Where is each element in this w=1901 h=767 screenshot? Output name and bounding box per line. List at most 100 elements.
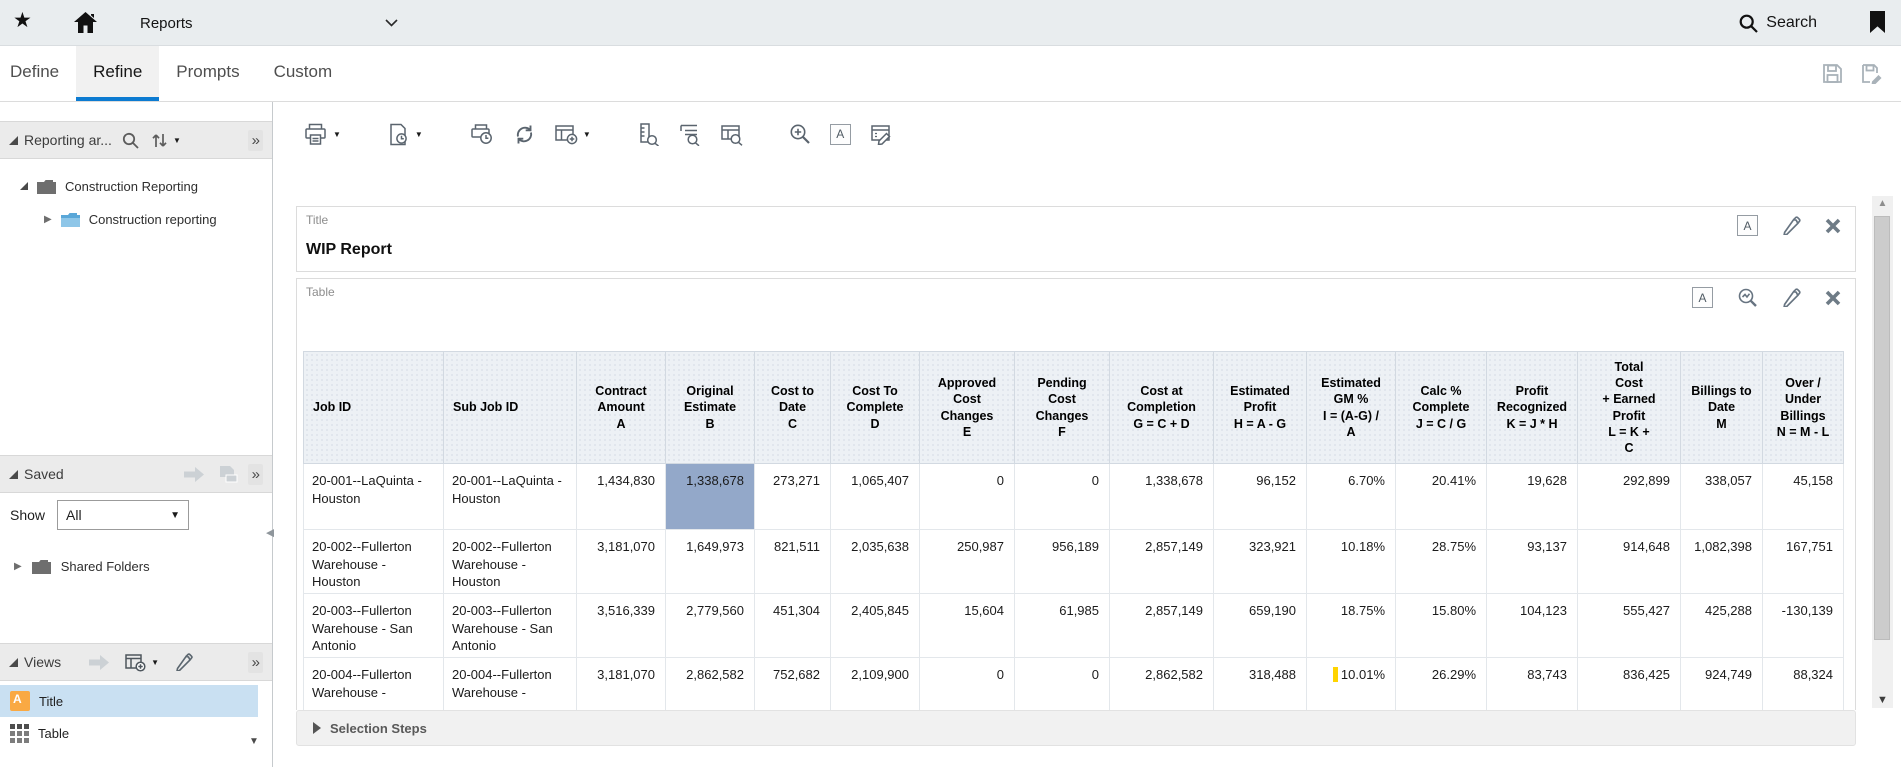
panel-collapse-icon[interactable] xyxy=(9,135,18,145)
text-format-button[interactable]: A xyxy=(827,121,854,148)
favorites-icon[interactable]: ★ xyxy=(13,9,32,33)
selection-steps-button[interactable] xyxy=(675,120,704,149)
column-header[interactable]: Original Estimate B xyxy=(665,351,755,464)
table-cell: 20-003--Fullerton Warehouse - San Antoni… xyxy=(443,593,577,658)
column-header[interactable]: Estimated Profit H = A - G xyxy=(1213,351,1307,464)
export-button[interactable]: ▼ xyxy=(384,120,426,149)
table-cell: 93,137 xyxy=(1486,529,1578,594)
search-button[interactable]: Search xyxy=(1739,0,1817,46)
view-item-title[interactable]: A Title xyxy=(0,685,258,717)
expand-panel-icon[interactable]: » xyxy=(247,463,263,485)
tab-define[interactable]: Define xyxy=(0,46,76,101)
saved-panel-header[interactable]: Saved » xyxy=(0,455,272,493)
letter-a-icon: A xyxy=(829,123,851,145)
table-cell: 61,985 xyxy=(1014,593,1110,658)
column-header[interactable]: Pending Cost Changes F xyxy=(1014,351,1110,464)
scroll-down-icon[interactable]: ▼ xyxy=(1872,694,1893,706)
expand-panel-icon[interactable]: » xyxy=(247,129,263,151)
column-header[interactable]: Billings to Date M xyxy=(1680,351,1763,464)
remove-title-icon[interactable] xyxy=(1825,218,1841,234)
table-cell: 0 xyxy=(1014,657,1110,710)
scrollbar-thumb[interactable] xyxy=(1874,216,1890,640)
reports-menu-label: Reports xyxy=(140,14,193,32)
column-header[interactable]: Cost To Complete D xyxy=(830,351,920,464)
sort-icon[interactable] xyxy=(151,132,168,149)
new-view-icon[interactable] xyxy=(125,653,146,672)
export-caret-icon[interactable]: ▼ xyxy=(415,130,423,139)
panel-collapse-icon[interactable] xyxy=(9,469,18,479)
print-button[interactable]: ▼ xyxy=(300,120,344,149)
edit-title-icon[interactable] xyxy=(1782,216,1801,235)
column-header[interactable]: Sub Job ID xyxy=(443,351,577,464)
sort-caret-icon[interactable]: ▼ xyxy=(173,136,181,145)
column-header[interactable]: Calc % Complete J = C / G xyxy=(1395,351,1487,464)
search-icon xyxy=(1739,14,1759,33)
new-view-button[interactable]: ▼ xyxy=(552,121,594,148)
tree-item-construction-reporting-sub[interactable]: ▶ Construction reporting xyxy=(0,203,272,235)
edit-table-icon[interactable] xyxy=(1782,288,1801,307)
panel-collapse-icon[interactable] xyxy=(9,657,18,667)
format-table-icon[interactable]: A xyxy=(1692,287,1713,308)
remove-table-icon[interactable] xyxy=(1825,290,1841,306)
selection-steps-bar[interactable]: Selection Steps xyxy=(296,710,1856,746)
table-cell: 18.75% xyxy=(1306,593,1396,658)
tree-item-shared-folders[interactable]: ▶ Shared Folders xyxy=(0,550,272,582)
tree-expanded-icon[interactable] xyxy=(20,182,28,190)
vertical-scrollbar[interactable]: ▲ ▼ xyxy=(1872,196,1893,708)
column-header[interactable]: Over / Under Billings N = M - L xyxy=(1762,351,1844,464)
rename-view-button[interactable] xyxy=(867,120,896,148)
table-cell: 19,628 xyxy=(1486,463,1578,530)
column-header[interactable]: Approved Cost Changes E xyxy=(919,351,1015,464)
tab-prompts[interactable]: Prompts xyxy=(159,46,256,101)
format-title-icon[interactable]: A xyxy=(1737,215,1758,236)
edit-view-icon[interactable] xyxy=(175,653,193,671)
new-view-caret-icon[interactable]: ▼ xyxy=(583,130,591,139)
chevron-down-icon xyxy=(385,19,398,27)
column-header[interactable]: Profit Recognized K = J * H xyxy=(1486,351,1578,464)
column-header[interactable]: Job ID xyxy=(303,351,444,464)
zoom-button[interactable] xyxy=(786,120,814,148)
tree-item-construction-reporting[interactable]: Construction Reporting xyxy=(0,170,272,202)
views-panel-header[interactable]: Views ▼ » xyxy=(0,643,272,681)
scroll-up-icon[interactable]: ▲ xyxy=(1872,198,1893,209)
save-report-icon xyxy=(218,465,238,483)
home-icon[interactable] xyxy=(74,12,97,33)
table-properties-button[interactable] xyxy=(717,120,746,149)
tab-refine[interactable]: Refine xyxy=(76,46,160,101)
tree-item-label: Shared Folders xyxy=(60,558,150,574)
expand-selection-steps-icon[interactable] xyxy=(313,722,321,734)
search-subject-area-icon[interactable] xyxy=(122,132,139,149)
show-dropdown[interactable]: All ▼ xyxy=(57,500,190,530)
column-header[interactable]: Estimated GM % I = (A-G) / A xyxy=(1306,351,1396,464)
reporting-areas-panel-header[interactable]: Reporting ar... ▼ » xyxy=(0,121,272,159)
table-cell: 1,065,407 xyxy=(830,463,920,530)
analyze-table-icon[interactable] xyxy=(1737,287,1758,308)
print-caret-icon[interactable]: ▼ xyxy=(333,130,341,139)
table-section-label: Table xyxy=(306,285,335,299)
column-header[interactable]: Contract Amount A xyxy=(576,351,666,464)
column-header[interactable]: Total Cost + Earned Profit L = K + C xyxy=(1577,351,1681,464)
table-cell: 3,181,070 xyxy=(576,529,666,594)
bookmark-icon[interactable] xyxy=(1870,11,1885,33)
table-cell: 821,511 xyxy=(754,529,831,594)
title-section-label: Title xyxy=(306,213,329,227)
expand-panel-icon[interactable]: » xyxy=(247,651,263,673)
table-cell: 28.75% xyxy=(1395,529,1487,594)
show-filters-button[interactable] xyxy=(634,120,662,149)
table-cell: 555,427 xyxy=(1577,593,1681,658)
save-button[interactable] xyxy=(1822,63,1843,84)
tab-custom[interactable]: Custom xyxy=(257,46,350,101)
column-header[interactable]: Cost at Completion G = C + D xyxy=(1109,351,1214,464)
table-cell: 2,779,560 xyxy=(665,593,755,658)
refresh-button[interactable] xyxy=(510,120,539,149)
schedule-button[interactable] xyxy=(466,120,497,149)
views-scroll-down-icon[interactable]: ▼ xyxy=(249,736,259,747)
save-as-button[interactable] xyxy=(1861,63,1883,84)
view-item-table[interactable]: Table xyxy=(0,717,258,749)
tree-collapsed-icon[interactable]: ▶ xyxy=(44,214,52,225)
column-header[interactable]: Cost to Date C xyxy=(754,351,831,464)
table-cell: 15.80% xyxy=(1395,593,1487,658)
reports-menu[interactable]: Reports xyxy=(140,0,398,46)
tree-collapsed-icon[interactable]: ▶ xyxy=(14,561,22,572)
new-view-caret-icon[interactable]: ▼ xyxy=(151,658,159,667)
